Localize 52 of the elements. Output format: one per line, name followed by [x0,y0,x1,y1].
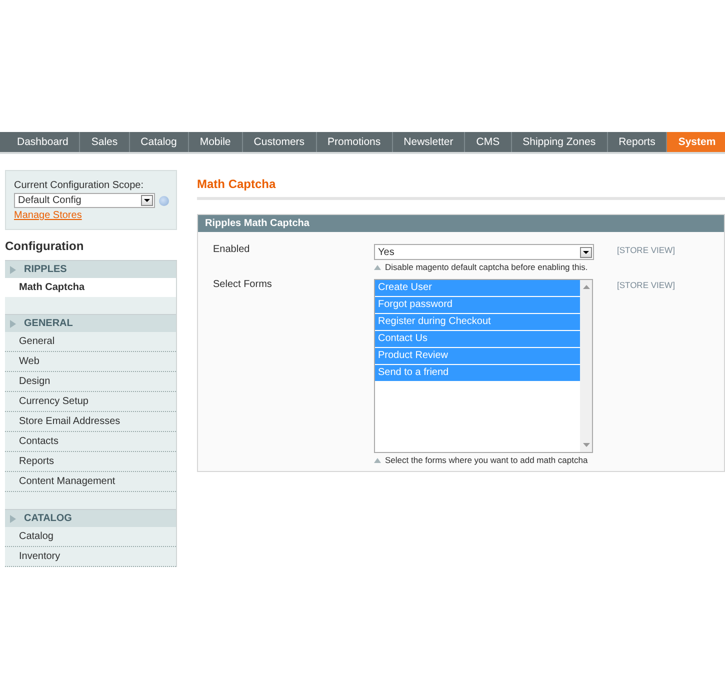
scope-tag: [STORE VIEW] [617,280,675,290]
nav-tab[interactable]: Shipping Zones [512,132,608,152]
form-option[interactable]: Contact Us [375,331,580,348]
sidebar-item[interactable]: Content Management [5,472,176,492]
nav-tab[interactable]: Mobile [188,132,243,152]
scroll-up-icon[interactable] [582,285,590,289]
nav-tab[interactable]: Customers [242,132,317,152]
note-arrow-icon [374,264,381,270]
manage-stores-link[interactable]: Manage Stores [14,210,169,221]
nav-tab[interactable]: Catalog [130,132,189,152]
sidebar-item[interactable]: Catalog [5,527,176,547]
scrollbar[interactable] [580,280,592,452]
form-option[interactable]: Create User [375,280,580,297]
fieldset-header[interactable]: Ripples Math Captcha [198,215,724,232]
scroll-down-icon[interactable] [582,443,590,447]
sidebar-item[interactable]: Inventory [5,547,176,567]
sidebar-item[interactable]: Design [5,372,176,392]
sidebar-item[interactable]: Currency Setup [5,392,176,412]
expand-icon [10,266,16,274]
sidebar-item[interactable]: Contacts [5,432,176,452]
expand-icon [10,514,16,522]
sidebar-item[interactable]: Reports [5,452,176,472]
form-option[interactable]: Forgot password [375,297,580,314]
section-header[interactable]: GENERAL [5,315,176,332]
expand-icon [10,320,16,328]
section-header[interactable]: CATALOG [5,510,176,527]
forms-multiselect[interactable]: Create User Forgot password Register during Checkout Contact Us Product Review Send to a friend [374,279,593,453]
scope-select[interactable]: Default Config [14,193,156,208]
form-option[interactable]: Register during Checkout [375,314,580,331]
field-note: Disable magento default captcha before enabling this. [385,262,588,272]
field-label: Enabled [213,244,251,255]
enabled-select[interactable]: Yes [374,244,594,260]
field-note: Select the forms where you want to add math captcha [385,455,588,465]
note-arrow-icon [374,458,381,462]
nav-tab[interactable]: Promotions [316,132,393,152]
field-label: Select Forms [213,279,273,290]
help-icon[interactable] [159,196,169,206]
nav-tab[interactable]: System [667,132,725,152]
sidebar-item[interactable]: Web [5,352,176,372]
form-option[interactable]: Product Review [375,348,580,365]
scope-label: Current Configuration Scope: [14,180,145,191]
nav-tab[interactable]: Dashboard [6,132,80,152]
sidebar-item[interactable]: Store Email Addresses [5,412,176,432]
page-title: Math Captcha [197,170,725,200]
sidebar-item[interactable]: Math Captcha [5,278,176,297]
nav-tab[interactable]: Sales [80,132,130,152]
sidebar-item[interactable]: General [5,332,176,352]
scope-tag: [STORE VIEW] [617,245,675,255]
nav-tab[interactable]: Newsletter [392,132,466,152]
section-header[interactable]: RIPPLES [5,261,176,278]
form-option[interactable]: Send to a friend [375,365,580,382]
nav-tab[interactable]: CMS [465,132,512,152]
